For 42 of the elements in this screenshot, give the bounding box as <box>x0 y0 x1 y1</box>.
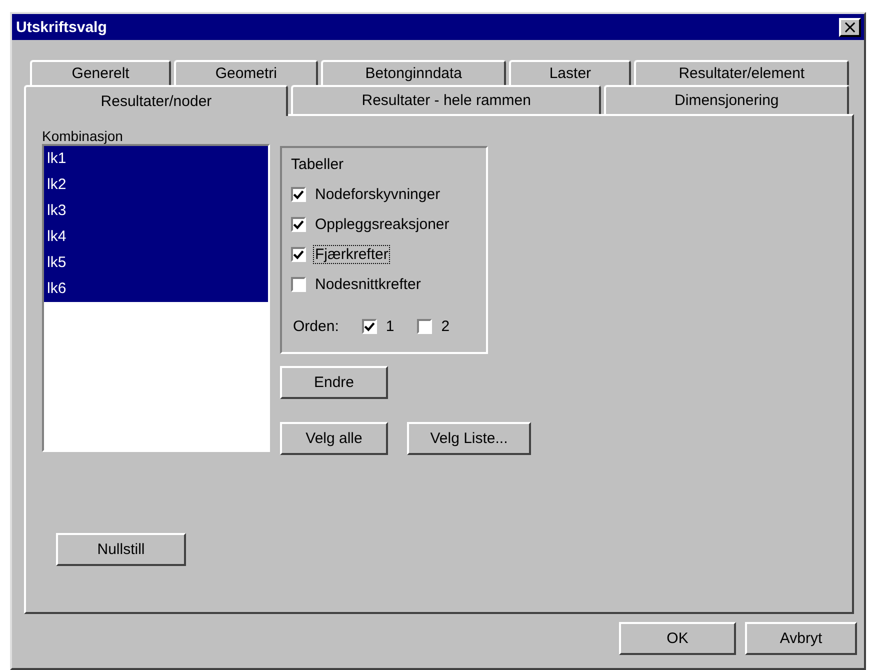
tab[interactable]: Resultater/element <box>634 60 849 85</box>
tab[interactable]: Geometri <box>174 60 318 85</box>
tab[interactable]: Dimensjonering <box>604 85 849 114</box>
list-item[interactable]: lk3 <box>44 198 268 224</box>
list-item[interactable]: lk1 <box>44 146 268 172</box>
checkbox-label: Nodeforskyvninger <box>314 184 442 204</box>
tab[interactable]: Laster <box>509 60 632 85</box>
checkbox-label: Fjærkrefter <box>313 244 390 264</box>
tab[interactable]: Generelt <box>30 60 172 85</box>
list-item[interactable]: lk5 <box>44 250 268 276</box>
list-item[interactable]: lk6 <box>44 276 268 302</box>
ok-button[interactable]: OK <box>619 622 736 655</box>
checkbox-label: Nodesnittkrefter <box>314 274 422 294</box>
checkbox-label: 2 <box>440 317 451 336</box>
tab[interactable]: Resultater/noder <box>24 85 288 116</box>
combination-list[interactable]: lk1 lk2 lk3 lk4 lk5 lk6 <box>42 144 270 452</box>
check-icon <box>293 188 304 200</box>
close-button[interactable]: × <box>839 18 861 36</box>
window-title: Utskriftsvalg <box>16 18 107 36</box>
checkbox[interactable] <box>417 319 432 334</box>
check-icon <box>293 218 304 230</box>
select-all-button[interactable]: Velg alle <box>280 422 388 455</box>
checkbox[interactable] <box>362 319 377 334</box>
select-list-button[interactable]: Velg Liste... <box>407 422 531 455</box>
change-button[interactable]: Endre <box>280 366 388 399</box>
cancel-button[interactable]: Avbryt <box>745 622 857 655</box>
check-icon <box>364 321 375 332</box>
checkbox-label: Oppleggsreaksjoner <box>314 214 450 234</box>
checkbox-label: 1 <box>384 317 396 336</box>
check-icon <box>293 248 304 260</box>
tab[interactable]: Resultater - hele rammen <box>291 85 602 114</box>
checkbox[interactable] <box>291 246 306 262</box>
checkbox[interactable] <box>291 276 306 292</box>
order-label: Orden: <box>292 317 340 336</box>
list-label: Kombinasjon <box>42 128 124 144</box>
list-item[interactable]: lk2 <box>44 172 268 198</box>
checkbox[interactable] <box>291 186 306 202</box>
reset-button[interactable]: Nullstill <box>56 533 186 566</box>
tab[interactable]: Betonginndata <box>321 60 506 85</box>
group-label: Tabeller <box>291 156 345 173</box>
checkbox[interactable] <box>291 216 306 232</box>
list-item[interactable]: lk4 <box>44 224 268 250</box>
